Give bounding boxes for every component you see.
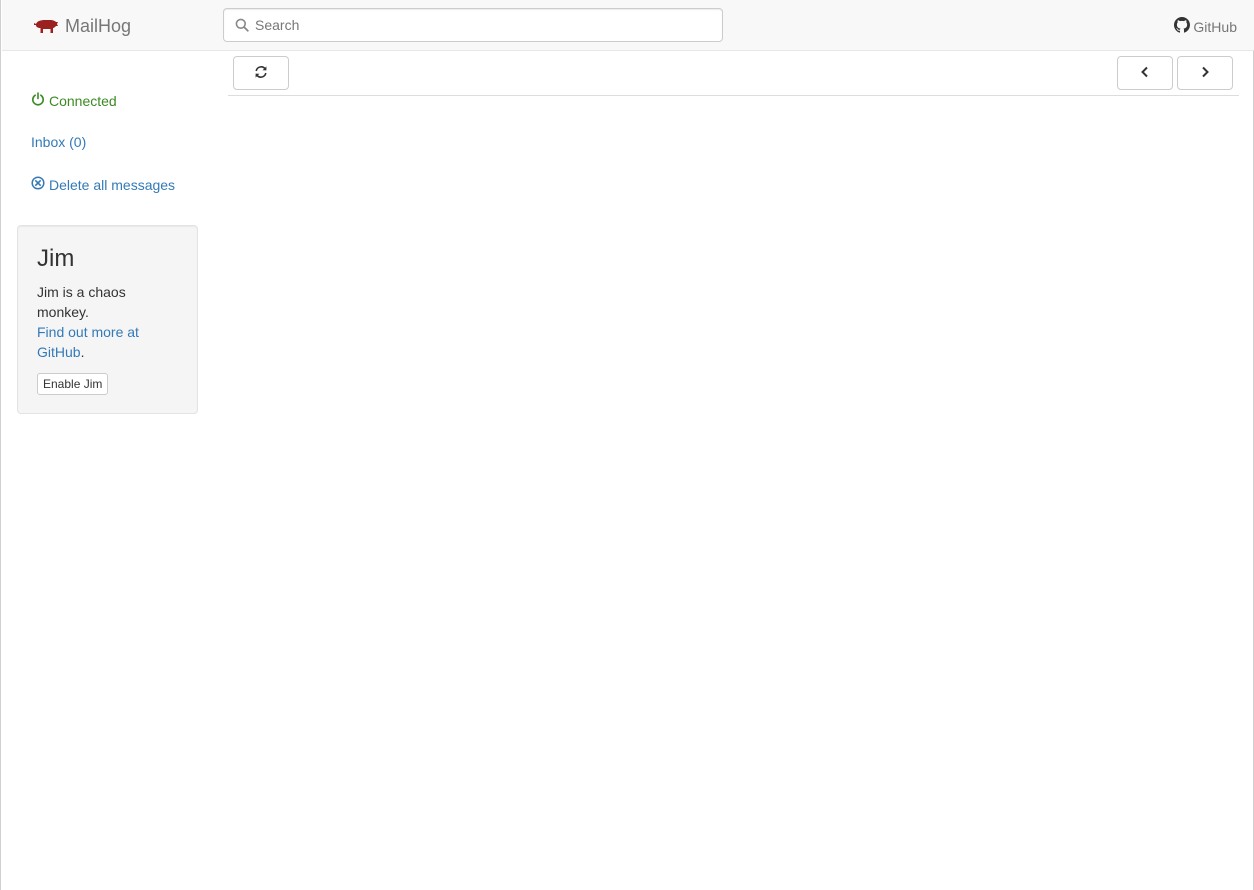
jim-description-text: Jim is a chaos monkey. [37, 284, 126, 320]
next-page-button[interactable] [1177, 56, 1233, 90]
toolbar-divider [228, 95, 1239, 96]
connected-label: Connected [49, 92, 117, 109]
brand-link[interactable]: MailHog [33, 14, 131, 38]
delete-all-link[interactable]: Delete all messages [31, 176, 175, 193]
chevron-left-icon [1139, 66, 1151, 81]
circle-x-icon [31, 176, 45, 193]
jim-github-link[interactable]: Find out more at GitHub [37, 324, 139, 360]
jim-panel: Jim Jim is a chaos monkey. Find out more… [17, 225, 198, 414]
connected-status[interactable]: Connected [31, 92, 117, 109]
search-box[interactable] [223, 8, 723, 42]
inbox-label: Inbox (0) [31, 134, 87, 150]
inbox-link[interactable]: Inbox (0) [31, 134, 86, 150]
github-icon [1174, 17, 1191, 36]
jim-title: Jim [37, 245, 75, 272]
github-link[interactable]: GitHub [1174, 17, 1237, 36]
power-icon [31, 92, 45, 109]
search-input[interactable] [224, 9, 722, 41]
jim-description: Jim is a chaos monkey. Find out more at … [37, 282, 178, 362]
refresh-button[interactable] [233, 56, 289, 90]
previous-page-button[interactable] [1117, 56, 1173, 90]
delete-all-label: Delete all messages [49, 176, 176, 193]
jim-link-suffix: . [80, 344, 85, 360]
github-label: GitHub [1193, 18, 1237, 35]
navbar: MailHog GitHub [2, 0, 1254, 51]
brand-name: MailHog [65, 15, 132, 36]
app-frame: MailHog GitHub [0, 0, 1254, 890]
enable-jim-button[interactable]: Enable Jim [37, 373, 109, 395]
search-icon [235, 18, 249, 35]
pig-icon [33, 18, 59, 34]
chevron-right-icon [1199, 66, 1211, 81]
refresh-icon [254, 65, 268, 82]
